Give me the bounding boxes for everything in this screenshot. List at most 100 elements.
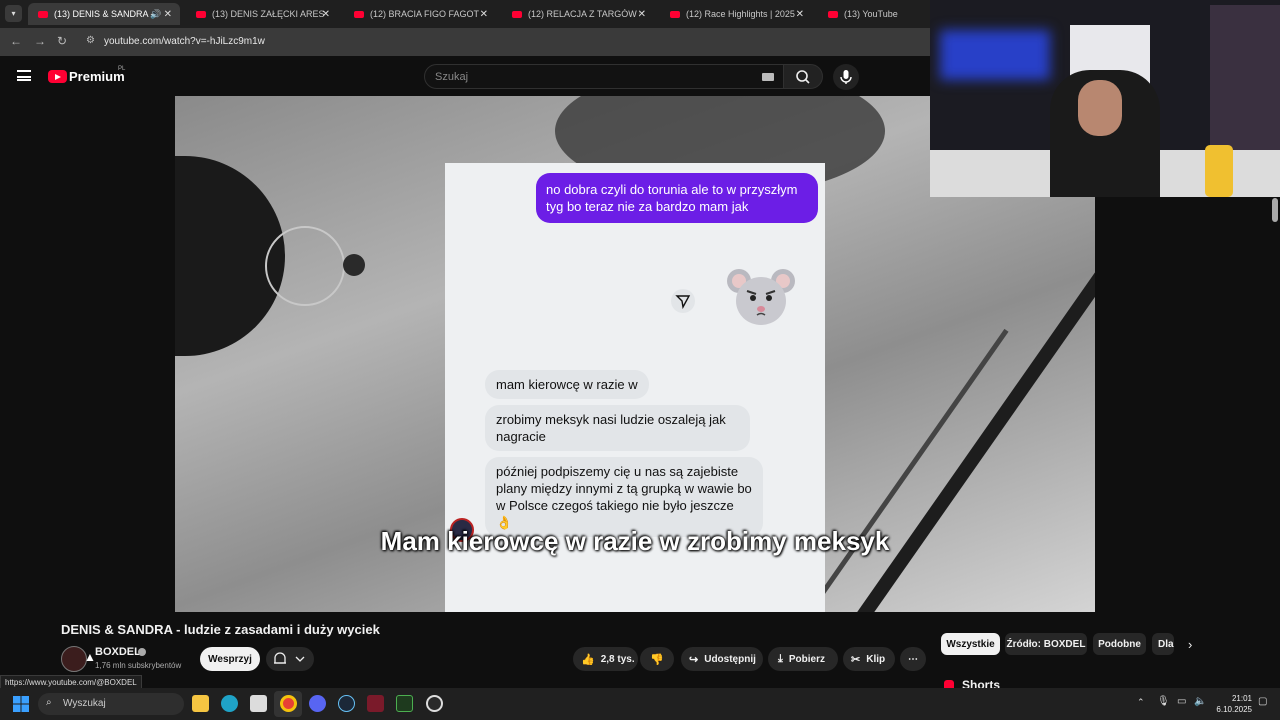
video-dot <box>343 254 365 276</box>
chips-next-icon[interactable]: › <box>1188 637 1192 652</box>
windows-taskbar: ⌕ Wyszukaj ⌃ 🎙 ▭ 🔈 21:01 6.10.2025 ▢ <box>0 688 1280 720</box>
menu-icon[interactable] <box>17 70 31 81</box>
store-icon[interactable] <box>250 695 267 712</box>
browser-tab[interactable]: (12) Race Highlights | 2025 Sing ✕ <box>660 3 812 25</box>
audio-icon[interactable]: 🔊 <box>150 9 161 20</box>
microphone-icon <box>840 70 852 84</box>
incoming-message: zrobimy meksyk nasi ludzie oszaleją jak … <box>485 405 750 451</box>
voice-search-button[interactable] <box>833 64 859 90</box>
browser-tab[interactable]: (13) DENIS ZAŁĘCKI ARESZTOW ✕ <box>186 3 338 25</box>
clip-button[interactable]: ✂ Klip <box>843 647 895 671</box>
volume-icon[interactable]: 🔈 <box>1194 696 1206 707</box>
webcam-can <box>1205 145 1233 197</box>
webcam-face <box>1078 80 1122 136</box>
youtube-favicon-icon <box>828 10 838 18</box>
browser-tab[interactable]: (13) DENIS & SANDRA - lu 🔊 ✕ <box>28 3 180 25</box>
mouse-emoji-icon <box>727 269 795 325</box>
steam-icon[interactable] <box>338 695 355 712</box>
discord-icon[interactable] <box>309 695 326 712</box>
webcam-overlay <box>930 0 1280 197</box>
url-field[interactable]: youtube.com/watch?v=-hJiLzc9m1w <box>104 36 265 47</box>
youtube-favicon-icon <box>512 10 522 18</box>
support-button[interactable]: Wesprzyj <box>200 647 260 671</box>
microphone-tray-icon[interactable]: 🎙 <box>1157 696 1170 707</box>
forward-icon[interactable]: → <box>34 34 46 48</box>
bell-icon <box>274 652 305 664</box>
browser-tab[interactable]: (13) YouTube <box>818 3 930 25</box>
page-scrollbar[interactable] <box>1272 198 1278 222</box>
scissors-icon: ✂ <box>851 653 861 666</box>
chip-source[interactable]: Źródło: BOXDEL <box>1005 633 1087 655</box>
xbox-app-icon[interactable] <box>396 695 413 712</box>
browser-tab-strip: ▾ (13) DENIS & SANDRA - lu 🔊 ✕ (13) DENI… <box>0 0 930 28</box>
more-icon: ⋯ <box>908 653 918 665</box>
video-title: DENIS & SANDRA - ludzie z zasadami i duż… <box>61 622 380 637</box>
youtube-favicon-icon <box>38 10 48 18</box>
notifications-icon[interactable]: ▢ <box>1258 696 1267 707</box>
browser-tab[interactable]: (12) RELACJA Z TARGÓW FIWE ✕ <box>502 3 654 25</box>
notifications-button[interactable] <box>266 647 314 671</box>
close-tab-icon[interactable]: ✕ <box>480 9 488 20</box>
outgoing-message: no dobra czyli do torunia ale to w przys… <box>536 173 818 223</box>
reload-icon[interactable]: ↻ <box>57 34 67 48</box>
site-settings-icon[interactable]: ⚙ <box>86 35 95 46</box>
channel-name[interactable]: BOXDEL <box>95 646 141 658</box>
link-status-bar: https://www.youtube.com/@BOXDEL <box>0 675 142 689</box>
search-input[interactable]: Szukaj <box>424 64 784 89</box>
download-label: Pobierz <box>788 653 825 665</box>
chrome-icon[interactable] <box>280 695 297 712</box>
youtube-favicon-icon <box>670 10 680 18</box>
more-actions-button[interactable]: ⋯ <box>900 647 926 671</box>
download-button[interactable]: ⤓ Pobierz <box>768 647 838 671</box>
youtube-favicon-icon <box>354 10 364 18</box>
windows-start-icon[interactable] <box>13 696 29 712</box>
close-tab-icon[interactable]: ✕ <box>322 9 330 20</box>
search-button[interactable] <box>783 64 823 89</box>
close-tab-icon[interactable]: ✕ <box>638 9 646 20</box>
address-bar: ← → ↻ ⚙ youtube.com/watch?v=-hJiLzc9m1w <box>0 28 930 56</box>
search-icon: ⌕ <box>46 697 52 708</box>
share-icon: ↪ <box>689 653 699 666</box>
like-count: 2,8 tys. <box>600 653 635 665</box>
youtube-premium-logo[interactable]: Premium <box>69 69 125 84</box>
edge-icon[interactable] <box>221 695 238 712</box>
thumbs-up-icon: 👍 <box>581 653 595 666</box>
incoming-message: mam kierowcę w razie w <box>485 370 649 399</box>
share-button[interactable]: ↪ Udostępnij <box>681 647 763 671</box>
back-icon[interactable]: ← <box>10 34 22 48</box>
webcam-blue-light <box>940 30 1050 80</box>
incoming-message: później podpiszemy cię u nas są zajebist… <box>485 457 763 537</box>
download-icon: ⤓ <box>778 652 783 665</box>
like-button[interactable]: 👍 2,8 tys. <box>573 647 638 671</box>
clock-time: 21:01 <box>1231 694 1252 703</box>
search-placeholder: Szukaj <box>435 71 469 83</box>
share-label: Udostępnij <box>704 653 756 665</box>
verified-icon <box>138 648 146 656</box>
keyboard-icon[interactable] <box>762 73 774 81</box>
chip-for-you[interactable]: Dla <box>1152 633 1174 655</box>
chip-similar[interactable]: Podobne <box>1093 633 1146 655</box>
video-glass-object <box>265 226 345 306</box>
tab-list-menu-button[interactable]: ▾ <box>5 5 22 22</box>
game-app-icon[interactable] <box>367 695 384 712</box>
video-subtitle: Mam kierowcę w razie w zrobimy meksyk <box>380 526 890 556</box>
youtube-logo-icon[interactable] <box>48 70 67 83</box>
app-icon[interactable] <box>426 695 443 712</box>
close-tab-icon[interactable]: ✕ <box>164 9 172 20</box>
chip-all[interactable]: Wszystkie <box>941 633 1000 655</box>
taskbar-clock[interactable]: 21:01 6.10.2025 <box>1212 693 1252 715</box>
region-label: PL <box>118 66 126 72</box>
taskbar-search-placeholder: Wyszukaj <box>63 698 106 709</box>
thumbs-down-icon: 👎 <box>650 653 664 666</box>
browser-tab[interactable]: (12) BRACIA FIGO FAGOT - SIW ✕ <box>344 3 496 25</box>
dislike-button[interactable]: 👎 <box>640 647 674 671</box>
clip-label: Klip <box>866 653 886 665</box>
tray-overflow-icon[interactable]: ⌃ <box>1137 697 1145 708</box>
close-tab-icon[interactable]: ✕ <box>796 9 804 20</box>
file-explorer-icon[interactable] <box>192 695 209 712</box>
clock-date: 6.10.2025 <box>1216 705 1252 714</box>
paper-plane-icon <box>671 289 695 313</box>
network-icon[interactable]: ▭ <box>1177 696 1186 707</box>
taskbar-search[interactable]: ⌕ Wyszukaj <box>38 693 184 715</box>
search-icon <box>796 70 810 84</box>
